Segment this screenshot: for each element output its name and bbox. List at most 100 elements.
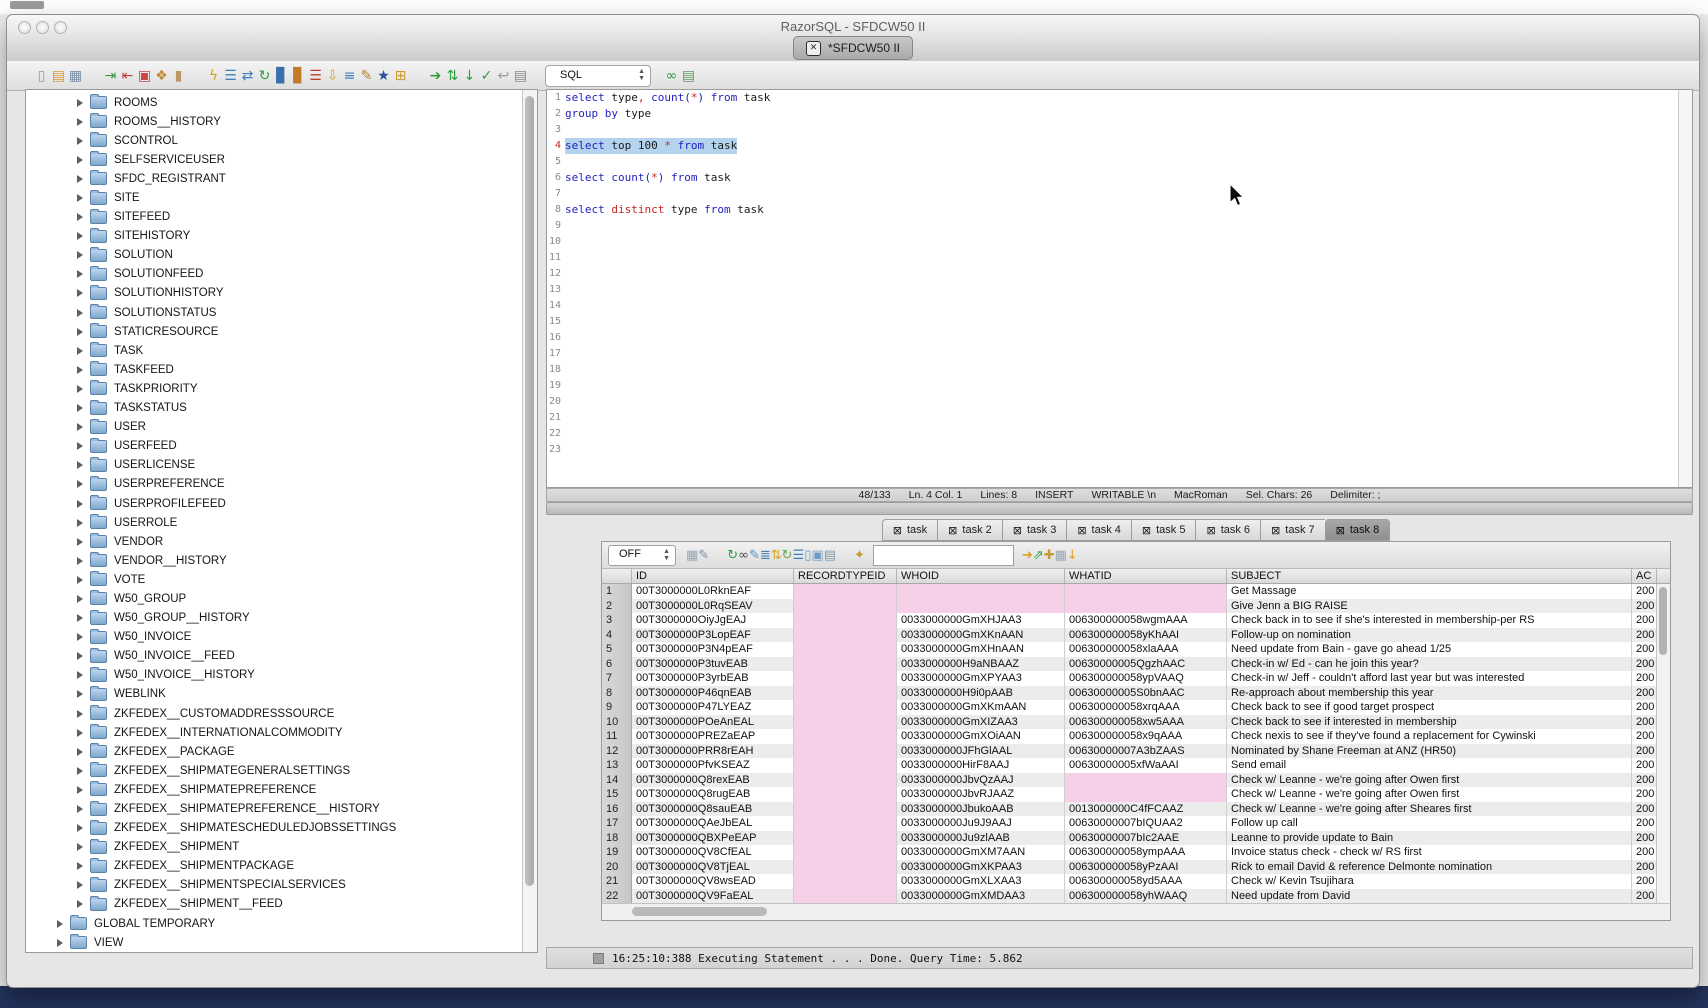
grid-vertical-scrollbar[interactable] bbox=[1656, 584, 1670, 903]
table-cell[interactable]: Send email bbox=[1227, 758, 1632, 773]
tree-item-taskpriority[interactable]: TASKPRIORITY bbox=[26, 379, 523, 398]
tree-item-solution[interactable]: SOLUTION bbox=[26, 246, 523, 265]
tab-close-icon[interactable]: ⊠ bbox=[1142, 524, 1151, 537]
table-cell[interactable]: 006300000058xlaAAA bbox=[1065, 642, 1227, 657]
table-row[interactable]: 100T3000000L0RknEAFGet Massage200 bbox=[602, 584, 1670, 599]
tree-item-zkfedex__customaddresssource[interactable]: ZKFEDEX__CUSTOMADDRESSSOURCE bbox=[26, 704, 523, 723]
table-cell[interactable]: 200 bbox=[1632, 758, 1657, 773]
table-cell[interactable]: 200 bbox=[1632, 744, 1657, 759]
table-row[interactable]: 1100T3000000PREZaEAP0033000000GmXOiAAN00… bbox=[602, 729, 1670, 744]
save-icon[interactable]: ▦ bbox=[67, 67, 84, 85]
disclosure-triangle-icon[interactable] bbox=[77, 862, 83, 870]
table-cell[interactable]: 00630000007A3bZAAS bbox=[1065, 744, 1227, 759]
table-cell[interactable]: 00T3000000P47LYEAZ bbox=[632, 700, 794, 715]
table-row[interactable]: 400T3000000P3LopEAF0033000000GmXKnAAN006… bbox=[602, 628, 1670, 643]
table-row[interactable]: 1300T3000000PfvKSEAZ0033000000HirF8AAJ00… bbox=[602, 758, 1670, 773]
table-cell[interactable]: 00T3000000P3LopEAF bbox=[632, 628, 794, 643]
editor-line[interactable]: 7 bbox=[547, 186, 1692, 202]
table-row[interactable]: 1900T3000000QV8CfEAL0033000000GmXM7AAN00… bbox=[602, 845, 1670, 860]
copy-connection-icon[interactable]: ▣ bbox=[136, 67, 153, 85]
tree-item-solutionhistory[interactable]: SOLUTIONHISTORY bbox=[26, 284, 523, 303]
tree-item-zkfedex__shipmentpackage[interactable]: ZKFEDEX__SHIPMENTPACKAGE bbox=[26, 857, 523, 876]
table-cell[interactable]: 00630000005xfWaAAI bbox=[1065, 758, 1227, 773]
tree-item-global temporary[interactable]: GLOBAL TEMPORARY bbox=[26, 914, 523, 933]
table-cell[interactable]: 006300000058ypVAAQ bbox=[1065, 671, 1227, 686]
tree-item-solutionfeed[interactable]: SOLUTIONFEED bbox=[26, 265, 523, 284]
table-cell[interactable]: 00T3000000P3N4pEAF bbox=[632, 642, 794, 657]
tree-item-zkfedex__internationalcommodity[interactable]: ZKFEDEX__INTERNATIONALCOMMODITY bbox=[26, 723, 523, 742]
table-cell[interactable]: Need update from Bain - gave go ahead 1/… bbox=[1227, 642, 1632, 657]
grid-edit-arrow-icon[interactable]: ✎ bbox=[749, 548, 760, 563]
table-cell[interactable]: 200 bbox=[1632, 889, 1657, 904]
row-number-cell[interactable]: 19 bbox=[602, 845, 632, 860]
tree-item-taskfeed[interactable]: TASKFEED bbox=[26, 360, 523, 379]
grid-save-all-icon[interactable]: ▦ bbox=[1055, 548, 1067, 563]
grid-horizontal-scrollbar[interactable] bbox=[602, 903, 1670, 920]
table-cell[interactable]: Check w/ Leanne - we're going after Owen… bbox=[1227, 773, 1632, 788]
table-cell[interactable]: 200 bbox=[1632, 584, 1657, 599]
table-cell[interactable] bbox=[897, 584, 1065, 599]
editor-line[interactable]: 21 bbox=[547, 410, 1692, 426]
table-row[interactable]: 800T3000000P46qnEAB0033000000H9i0pAAB006… bbox=[602, 686, 1670, 701]
table-cell[interactable]: 00T3000000POeAnEAL bbox=[632, 715, 794, 730]
grid-header-row[interactable]: IDRECORDTYPEIDWHOIDWHATIDSUBJECTAC bbox=[602, 569, 1670, 584]
table-cell[interactable]: 00T3000000Q8sauEAB bbox=[632, 802, 794, 817]
table-cell[interactable]: Check w/ Kevin Tsujihara bbox=[1227, 874, 1632, 889]
tree-item-task[interactable]: TASK bbox=[26, 341, 523, 360]
result-tab-task-5[interactable]: ⊠task 5 bbox=[1131, 519, 1196, 541]
row-number-cell[interactable]: 5 bbox=[602, 642, 632, 657]
editor-line[interactable]: 23 bbox=[547, 442, 1692, 458]
editor-line[interactable]: 18 bbox=[547, 362, 1692, 378]
table-cell[interactable] bbox=[794, 700, 897, 715]
table-cell[interactable]: 0033000000GmXKPAA3 bbox=[897, 860, 1065, 875]
disclosure-triangle-icon[interactable] bbox=[77, 480, 83, 488]
tree-item-sitefeed[interactable]: SITEFEED bbox=[26, 208, 523, 227]
table-cell[interactable]: Check back to see if interested in membe… bbox=[1227, 715, 1632, 730]
table-cell[interactable]: Invoice status check - check w/ RS first bbox=[1227, 845, 1632, 860]
tree-item-solutionstatus[interactable]: SOLUTIONSTATUS bbox=[26, 303, 523, 322]
disclosure-triangle-icon[interactable] bbox=[77, 213, 83, 221]
column-header-ac[interactable]: AC bbox=[1632, 569, 1657, 583]
editor-line[interactable]: 5 bbox=[547, 154, 1692, 170]
tree-item-userpreference[interactable]: USERPREFERENCE bbox=[26, 475, 523, 494]
table-cell[interactable]: 200 bbox=[1632, 628, 1657, 643]
grid-paste-icon[interactable]: ▤ bbox=[824, 548, 836, 563]
result-tab-task-8[interactable]: ⊠task 8 bbox=[1325, 519, 1391, 541]
table-cell[interactable] bbox=[1065, 599, 1227, 614]
row-number-cell[interactable]: 22 bbox=[602, 889, 632, 904]
tree-item-userprofilefeed[interactable]: USERPROFILEFEED bbox=[26, 494, 523, 513]
tree-item-w50_invoice__feed[interactable]: W50_INVOICE__FEED bbox=[26, 647, 523, 666]
table-cell[interactable]: 200 bbox=[1632, 729, 1657, 744]
table-cell[interactable]: 0033000000GmXHnAAN bbox=[897, 642, 1065, 657]
table-cell[interactable]: Follow-up on nomination bbox=[1227, 628, 1632, 643]
table-cell[interactable]: 200 bbox=[1632, 874, 1657, 889]
editor-line[interactable]: 9 bbox=[547, 218, 1692, 234]
row-number-cell[interactable]: 4 bbox=[602, 628, 632, 643]
table-cell[interactable]: 00T3000000QV9FaEAL bbox=[632, 889, 794, 904]
grid-hierarchy-icon[interactable]: ≣ bbox=[760, 548, 771, 563]
table-cell[interactable]: 00T3000000OiyJgEAJ bbox=[632, 613, 794, 628]
disclosure-triangle-icon[interactable] bbox=[77, 251, 83, 259]
disclosure-triangle-icon[interactable] bbox=[77, 500, 83, 508]
new-file-icon[interactable]: ▯ bbox=[33, 67, 50, 85]
table-cell[interactable]: 200 bbox=[1632, 773, 1657, 788]
tab-close-icon[interactable]: ⊠ bbox=[1077, 524, 1086, 537]
table-cell[interactable]: 0033000000H9i0pAAB bbox=[897, 686, 1065, 701]
table-cell[interactable]: 00T3000000Q8rexEAB bbox=[632, 773, 794, 788]
spectacles-icon[interactable]: ∞ bbox=[663, 67, 680, 85]
disclosure-triangle-icon[interactable] bbox=[77, 843, 83, 851]
table-cell[interactable]: 00T3000000L0RqSEAV bbox=[632, 599, 794, 614]
table-cell[interactable] bbox=[794, 816, 897, 831]
table-cell[interactable]: 00T3000000QV8TjEAL bbox=[632, 860, 794, 875]
table-cell[interactable]: 200 bbox=[1632, 686, 1657, 701]
connect-icon[interactable]: ⇥ bbox=[102, 67, 119, 85]
run-swap-icon[interactable]: ⇅ bbox=[444, 67, 461, 85]
tree-item-userfeed[interactable]: USERFEED bbox=[26, 437, 523, 456]
refresh-icon[interactable]: ↻ bbox=[256, 67, 273, 85]
column-header-whatid[interactable]: WHATID bbox=[1065, 569, 1227, 583]
disclosure-triangle-icon[interactable] bbox=[77, 194, 83, 202]
result-tab-task-4[interactable]: ⊠task 4 bbox=[1066, 519, 1131, 541]
row-number-cell[interactable]: 1 bbox=[602, 584, 632, 599]
table-cell[interactable]: 00T3000000PRR8rEAH bbox=[632, 744, 794, 759]
disclosure-triangle-icon[interactable] bbox=[77, 729, 83, 737]
